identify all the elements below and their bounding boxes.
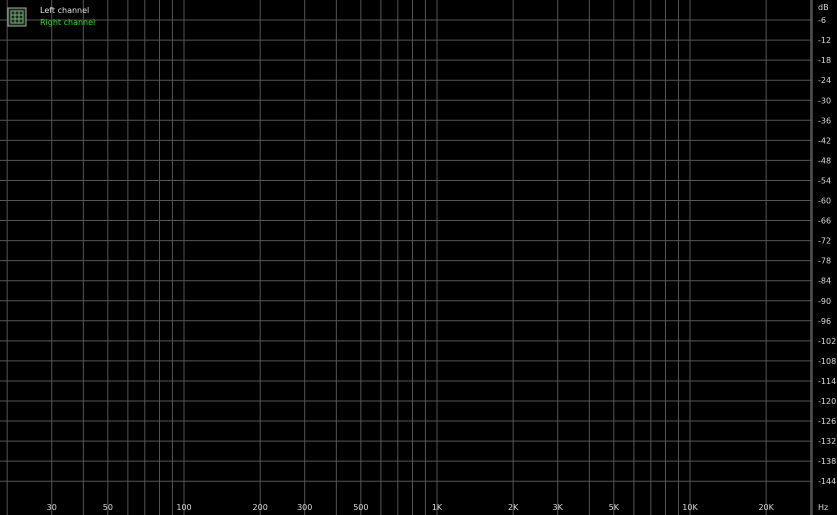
x-tick-label: 200 (253, 503, 268, 512)
x-tick-label: 300 (297, 503, 312, 512)
x-tick-label: 10K (682, 503, 698, 512)
x-tick-label: 50 (103, 503, 113, 512)
y-tick-label: -54 (818, 176, 831, 185)
x-axis-unit: Hz (818, 503, 828, 512)
x-tick-label: 20K (758, 503, 774, 512)
y-tick-label: -78 (818, 257, 831, 266)
y-tick-label: -24 (818, 76, 831, 85)
x-tick-label: 3K (553, 503, 564, 512)
legend-right-channel: Right channel (40, 18, 95, 27)
y-tick-label: -30 (818, 96, 831, 105)
y-tick-label: -60 (818, 197, 831, 206)
y-tick-label: -66 (818, 217, 831, 226)
y-tick-label: -84 (818, 277, 831, 286)
y-tick-label: -96 (818, 317, 831, 326)
plot-background (0, 0, 837, 515)
x-tick-label: 5K (609, 503, 620, 512)
y-tick-label: -90 (818, 297, 831, 306)
y-tick-label: -108 (818, 357, 836, 366)
y-tick-label: -18 (818, 56, 831, 65)
spectrum-chart: -6 -12 -18 -24 -30 -36 -42 -48 -54 -60 -66 -72 -78 -8… (0, 0, 837, 515)
y-axis-unit: dB (818, 3, 829, 12)
y-tick-label: -120 (818, 397, 836, 406)
y-tick-label: -36 (818, 116, 831, 125)
y-tick-label: -132 (818, 437, 836, 446)
y-tick-label: -144 (818, 477, 836, 486)
x-tick-label: 2K (508, 503, 519, 512)
y-tick-label: -102 (818, 337, 836, 346)
x-tick-label: 100 (176, 503, 191, 512)
x-tick-label: 500 (353, 503, 368, 512)
y-tick-label: -42 (818, 136, 831, 145)
legend-left-channel: Left channel (40, 6, 89, 15)
x-tick-label: 1K (432, 503, 443, 512)
y-tick-label: -12 (818, 36, 831, 45)
y-tick-label: -6 (818, 16, 826, 25)
y-tick-label: -48 (818, 156, 831, 165)
x-tick-label: 30 (47, 503, 57, 512)
y-tick-label: -114 (818, 377, 836, 386)
y-tick-label: -72 (818, 237, 831, 246)
y-tick-label: -126 (818, 417, 836, 426)
y-tick-label: -138 (818, 457, 836, 466)
